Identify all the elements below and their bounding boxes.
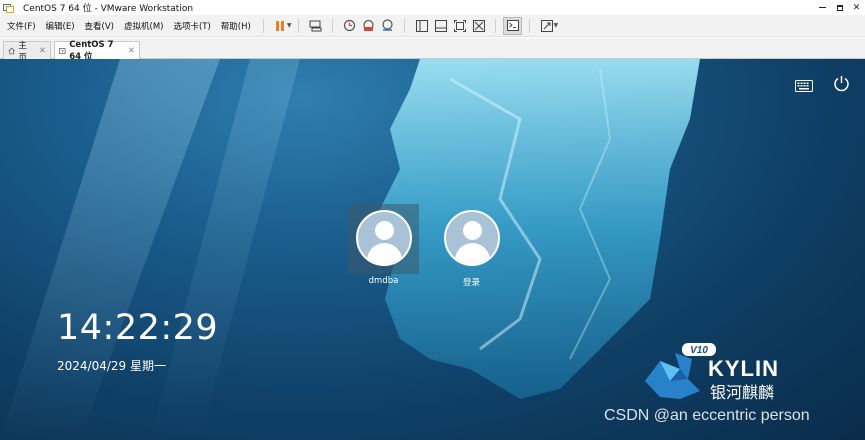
toolbar-divider [404, 18, 406, 33]
close-icon[interactable]: ✕ [128, 46, 135, 56]
menu-bar: 文件(F) 编辑(E) 查看(V) 虚拟机(M) 选项卡(T) 帮助(H) ▼ … [0, 15, 865, 37]
title-bar: CentOS 7 64 位 - VMware Workstation ✕ [0, 0, 865, 15]
user-card-dmdba[interactable] [348, 204, 419, 274]
close-button[interactable]: ✕ [848, 0, 865, 15]
minimize-button[interactable] [814, 0, 831, 15]
revert-snapshot-button[interactable] [359, 17, 378, 35]
pause-icon [275, 20, 285, 31]
fullscreen-icon [453, 19, 466, 32]
close-icon[interactable]: ✕ [39, 46, 46, 56]
clock-time: 14:22:29 [57, 308, 219, 348]
close-icon: ✕ [852, 2, 861, 13]
snapshot-manager-icon [382, 19, 394, 31]
tab-home[interactable]: 主页 ✕ [3, 41, 51, 63]
maximize-icon [836, 4, 843, 11]
console-icon [506, 20, 519, 31]
clock-date: 2024/04/29 星期一 [57, 359, 166, 373]
kylin-version: V10 [690, 345, 708, 356]
send-keys-button[interactable] [306, 17, 325, 35]
menu-vm[interactable]: 虚拟机(M) [119, 20, 168, 32]
sidebar-toggle-button[interactable] [412, 17, 431, 35]
power-icon[interactable] [833, 75, 850, 92]
toolbar-divider [495, 18, 497, 33]
menu-tabs[interactable]: 选项卡(T) [168, 20, 215, 32]
maximize-button[interactable] [831, 0, 848, 15]
tab-bar: 主页 ✕ CentOS 7 64 位 ✕ [0, 38, 865, 63]
keyboard-icon[interactable] [795, 80, 813, 92]
minimize-icon [819, 7, 826, 8]
menu-file[interactable]: 文件(F) [0, 20, 41, 32]
kylin-logo: V10 KYLIN 银河麒麟 [645, 343, 779, 402]
user-avatar-icon [443, 210, 500, 266]
revert-snapshot-icon [363, 19, 375, 31]
toolbar-divider [332, 18, 334, 33]
menu-view[interactable]: 查看(V) [80, 20, 119, 32]
watermark: CSDN @an eccentric person [604, 407, 810, 424]
thumbnail-bar-icon [434, 19, 447, 32]
user-name: 登录 [462, 278, 480, 288]
kylin-brand: KYLIN [708, 356, 779, 381]
snapshot-button[interactable] [340, 17, 359, 35]
chevron-down-icon[interactable]: ▼ [553, 22, 558, 29]
menu-edit[interactable]: 编辑(E) [41, 20, 80, 32]
send-keys-icon [309, 20, 322, 31]
unity-button[interactable] [469, 17, 488, 35]
menu-help[interactable]: 帮助(H) [216, 20, 256, 32]
console-view-button[interactable] [503, 16, 523, 35]
sidebar-icon [415, 19, 428, 32]
chevron-down-icon[interactable]: ▼ [287, 22, 292, 29]
user-name: dmdba [368, 276, 399, 286]
kylin-brand-cn: 银河麒麟 [710, 383, 774, 402]
snapshot-manager-button[interactable] [378, 17, 397, 35]
tab-centos[interactable]: CentOS 7 64 位 ✕ [54, 40, 140, 62]
vm-running-icon [59, 48, 66, 54]
user-avatar-icon [355, 210, 412, 266]
user-card-login[interactable] [436, 204, 507, 274]
window-title: CentOS 7 64 位 - VMware Workstation [23, 4, 194, 14]
home-icon [8, 47, 15, 54]
toolbar-divider [262, 18, 264, 33]
snapshot-icon [344, 19, 356, 32]
toolbar-divider [298, 18, 300, 33]
stretch-icon [540, 19, 553, 32]
toolbar-divider [529, 18, 531, 33]
window-controls: ✕ [814, 0, 865, 15]
vm-display[interactable]: dmdba 登录 14:22:29 2024/04/29 星期一 V10 KYL… [0, 59, 865, 440]
unity-icon [472, 19, 485, 32]
fullscreen-button[interactable] [450, 17, 469, 35]
thumbnail-bar-button[interactable] [431, 17, 450, 35]
vmware-logo-icon [3, 3, 14, 13]
